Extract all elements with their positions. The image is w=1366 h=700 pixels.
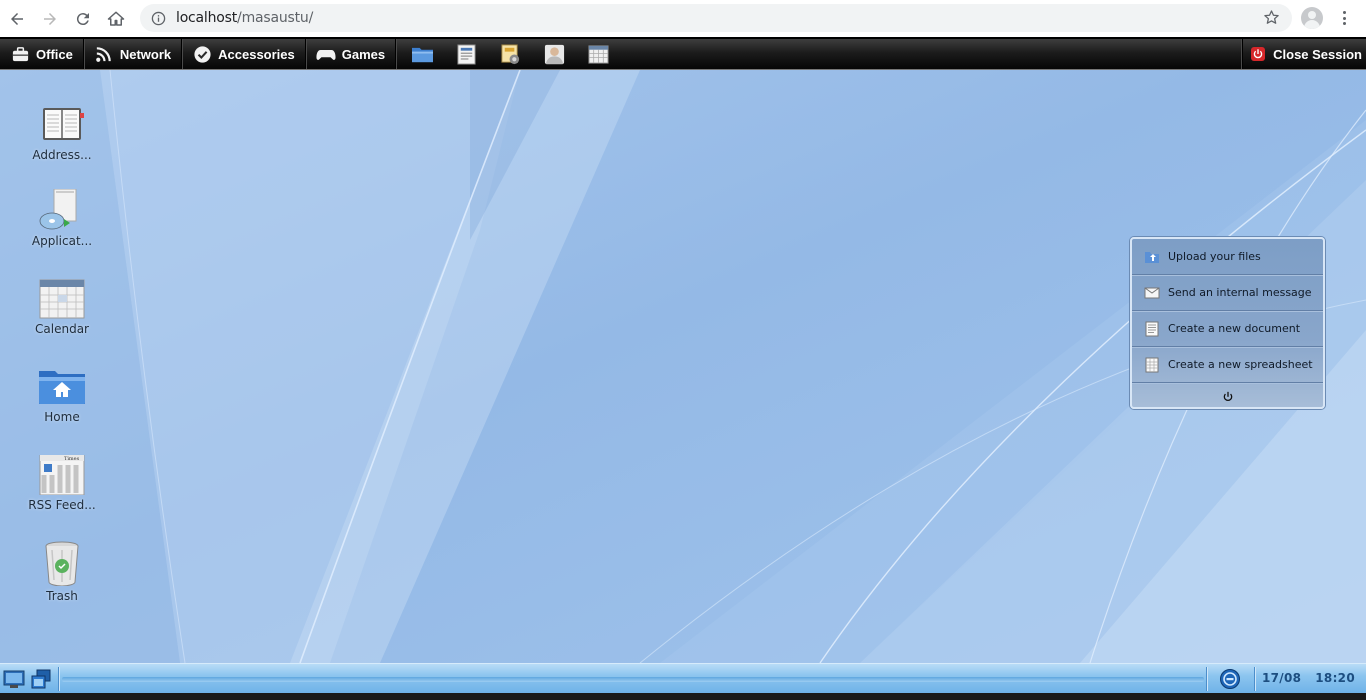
gamepad-icon [316, 44, 336, 64]
bottom-taskbar: 17/08 18:20 [0, 663, 1366, 693]
send-message-label: Send an internal message [1168, 286, 1312, 299]
trash-icon [38, 540, 86, 586]
address-bar[interactable]: localhost/masaustu/ [140, 4, 1292, 32]
top-menubar: Office Network Accessories Games Close S… [0, 37, 1366, 70]
info-icon[interactable] [150, 10, 166, 26]
home-folder-icon [38, 367, 86, 407]
url-text: localhost/masaustu/ [176, 10, 313, 26]
menu-office-label: Office [36, 46, 73, 62]
desktop-icon-rss-feed[interactable]: Times RSS Feed... [22, 455, 102, 512]
browser-menu-icon[interactable] [1336, 8, 1352, 28]
menu-accessories-label: Accessories [218, 46, 295, 62]
close-session-label: Close Session [1273, 46, 1362, 62]
envelope-icon [1144, 285, 1160, 301]
rss-feed-icon: Times [38, 455, 86, 495]
window-switcher-icon[interactable] [30, 668, 52, 690]
clock-time: 18:20 [1315, 671, 1355, 685]
home-icon [107, 11, 125, 26]
show-desktop-icon[interactable] [3, 668, 25, 690]
svg-text:Times: Times [64, 456, 80, 462]
url-host: localhost [176, 10, 238, 26]
forward-button[interactable] [34, 3, 66, 35]
arrow-right-icon [44, 12, 56, 25]
reload-icon [76, 12, 89, 25]
menu-network[interactable]: Network [84, 39, 183, 69]
applications-icon [38, 189, 86, 231]
tray-power-icon[interactable] [1219, 668, 1241, 690]
taskbar-window-area[interactable] [62, 677, 1204, 682]
briefcase-icon [10, 44, 30, 64]
browser-toolbar: localhost/masaustu/ [0, 0, 1366, 37]
new-spreadsheet-icon [1144, 357, 1160, 373]
quick-launch-bar [400, 39, 620, 69]
close-session-button[interactable]: Close Session [1242, 39, 1366, 69]
reload-button[interactable] [67, 3, 99, 35]
calendar-icon[interactable] [586, 42, 610, 66]
document-icon[interactable] [454, 42, 478, 66]
menu-games[interactable]: Games [306, 39, 397, 69]
folder-icon[interactable] [410, 42, 434, 66]
quick-actions-widget: Upload your files Send an internal messa… [1130, 237, 1325, 409]
taskbar-clock[interactable]: 17/08 18:20 [1262, 671, 1355, 685]
desktop-icon-trash[interactable]: Trash [22, 540, 102, 603]
widget-power-button[interactable] [1132, 383, 1323, 407]
rss-icon [94, 44, 114, 64]
desktop-icon-home[interactable]: Home [22, 367, 102, 424]
arrow-left-icon [11, 12, 23, 25]
menu-games-label: Games [341, 46, 386, 62]
desktop-icon-label: RSS Feed... [28, 498, 96, 512]
desktop-icon-label: Trash [46, 589, 78, 603]
send-message-item[interactable]: Send an internal message [1132, 275, 1323, 311]
home-button[interactable] [100, 3, 132, 35]
profile-avatar[interactable] [1301, 7, 1323, 29]
user-icon[interactable] [542, 42, 566, 66]
desktop-icon-address-book[interactable]: Address... [22, 105, 102, 162]
bookmark-star-icon[interactable] [1263, 9, 1280, 29]
desktop-icon-label: Home [44, 410, 80, 424]
power-icon [1223, 391, 1232, 401]
new-document-item[interactable]: Create a new document [1132, 311, 1323, 347]
new-document-label: Create a new document [1168, 322, 1301, 335]
desktop-icon-calendar[interactable]: Calendar [22, 279, 102, 336]
back-button[interactable] [1, 3, 33, 35]
upload-files-item[interactable]: Upload your files [1132, 239, 1323, 275]
mail-icon[interactable] [498, 42, 522, 66]
power-icon [1251, 47, 1266, 61]
upload-files-label: Upload your files [1168, 250, 1261, 263]
new-document-icon [1144, 321, 1160, 337]
clock-date: 17/08 [1262, 671, 1302, 685]
desktop-icon-label: Applicat... [31, 234, 93, 248]
address-book-icon [38, 105, 86, 145]
desktop-icon-label: Address... [32, 148, 92, 162]
check-circle-icon [192, 44, 212, 64]
upload-icon [1144, 249, 1160, 265]
calendar-icon [38, 279, 86, 319]
menu-accessories[interactable]: Accessories [182, 39, 306, 69]
desktop-area[interactable]: Address... Applicat... Calendar Home Tim… [0, 70, 1366, 663]
menu-network-label: Network [119, 46, 172, 62]
url-path: /masaustu/ [237, 10, 314, 26]
new-spreadsheet-label: Create a new spreadsheet [1168, 358, 1313, 371]
desktop-icon-label: Calendar [35, 322, 89, 336]
window-bottom-edge [0, 693, 1366, 700]
new-spreadsheet-item[interactable]: Create a new spreadsheet [1132, 347, 1323, 383]
desktop-icon-applications[interactable]: Applicat... [22, 189, 102, 248]
menu-office[interactable]: Office [0, 39, 84, 69]
